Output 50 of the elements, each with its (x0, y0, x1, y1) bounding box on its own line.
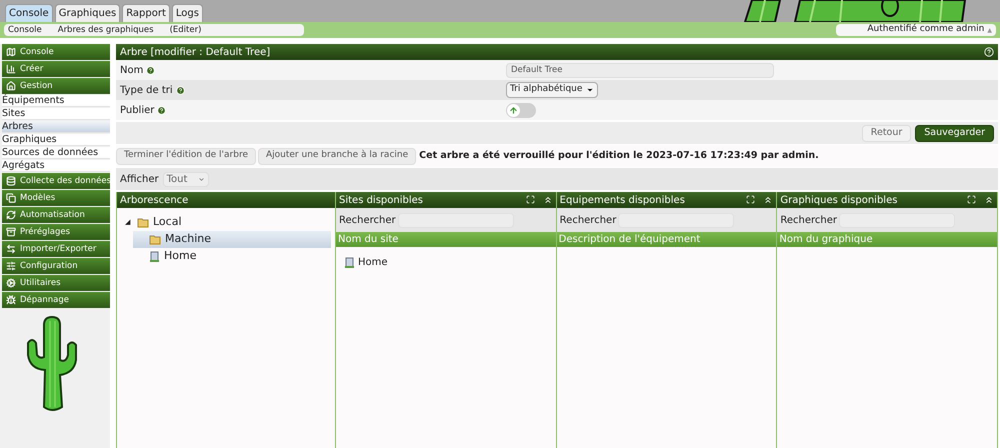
action-button[interactable]: Terminer l'édition de l'arbre (116, 148, 256, 164)
nav-tab[interactable]: Logs (172, 4, 203, 22)
column-header: Nom du graphique (779, 233, 873, 247)
field-label: Nom (120, 64, 144, 78)
menu-header[interactable]: Utilitaires (2, 275, 110, 291)
menu-link[interactable]: Graphiques (2, 134, 110, 146)
column-title: Graphiques disponibles (780, 194, 898, 208)
menu-link[interactable]: Sources de données (2, 147, 110, 159)
menu-link[interactable]: Agrégats (2, 160, 110, 172)
panel-title: Arbre [modifier : Default Tree] (120, 46, 270, 60)
tree-item[interactable]: Home (133, 248, 331, 265)
field-label: Type de tri (120, 84, 173, 98)
menu-header[interactable]: Gestion (2, 78, 110, 94)
search-label: Rechercher (780, 214, 837, 228)
menu-header[interactable]: Créer (2, 61, 110, 77)
filter-dropdown[interactable]: Tout (162, 172, 209, 186)
sort-dropdown[interactable]: Tri alphabétique (506, 82, 598, 98)
menu-header[interactable]: Modèles (2, 190, 110, 206)
menu-link[interactable]: Sites (2, 108, 110, 120)
name-field[interactable]: Default Tree (506, 62, 774, 78)
filter-label: Afficher (120, 172, 159, 186)
column-header: Description de l'équipement (558, 233, 700, 247)
tree-item[interactable]: Machine (133, 231, 331, 248)
menu-header[interactable]: Dépannage (2, 292, 110, 308)
menu-header[interactable]: Importer/Exporter (2, 241, 110, 257)
menu-header[interactable]: Collecte des données (2, 173, 110, 189)
action-button[interactable]: Ajouter une branche à la racine (258, 148, 416, 164)
field-label: Publier (120, 104, 154, 118)
menu-header[interactable]: Automatisation (2, 207, 110, 223)
form-button[interactable]: Retour (862, 124, 912, 142)
search-label: Rechercher (339, 214, 396, 228)
menu-link[interactable]: Arbres (2, 121, 110, 133)
nav-tab[interactable]: Rapport (122, 4, 170, 22)
breadcrumb-item[interactable]: (Editer) (170, 24, 202, 36)
search-label: Rechercher (560, 214, 616, 228)
nav-tab[interactable]: Console (5, 4, 53, 22)
column-header: Nom du site (338, 233, 398, 247)
menu-header[interactable]: Préréglages (2, 224, 110, 240)
column-title: Arborescence (120, 194, 188, 208)
breadcrumb-item[interactable]: Arbres des graphiques (58, 24, 154, 36)
menu-header[interactable]: Console (2, 44, 110, 60)
menu-link[interactable]: Équipements (2, 95, 110, 107)
list-item[interactable]: Home (344, 255, 556, 269)
column-title: Equipements disponibles (560, 194, 685, 208)
nav-tab[interactable]: Graphiques (54, 4, 120, 22)
breadcrumb-item[interactable]: Console (8, 24, 42, 36)
form-button[interactable]: Sauvegarder (915, 124, 994, 142)
column-title: Sites disponibles (339, 194, 423, 208)
menu-header[interactable]: Configuration (2, 258, 110, 274)
lock-message: Cet arbre a été verrouillé pour l'édition le 2023-07-16 17:23:49 par admin. (419, 148, 819, 163)
